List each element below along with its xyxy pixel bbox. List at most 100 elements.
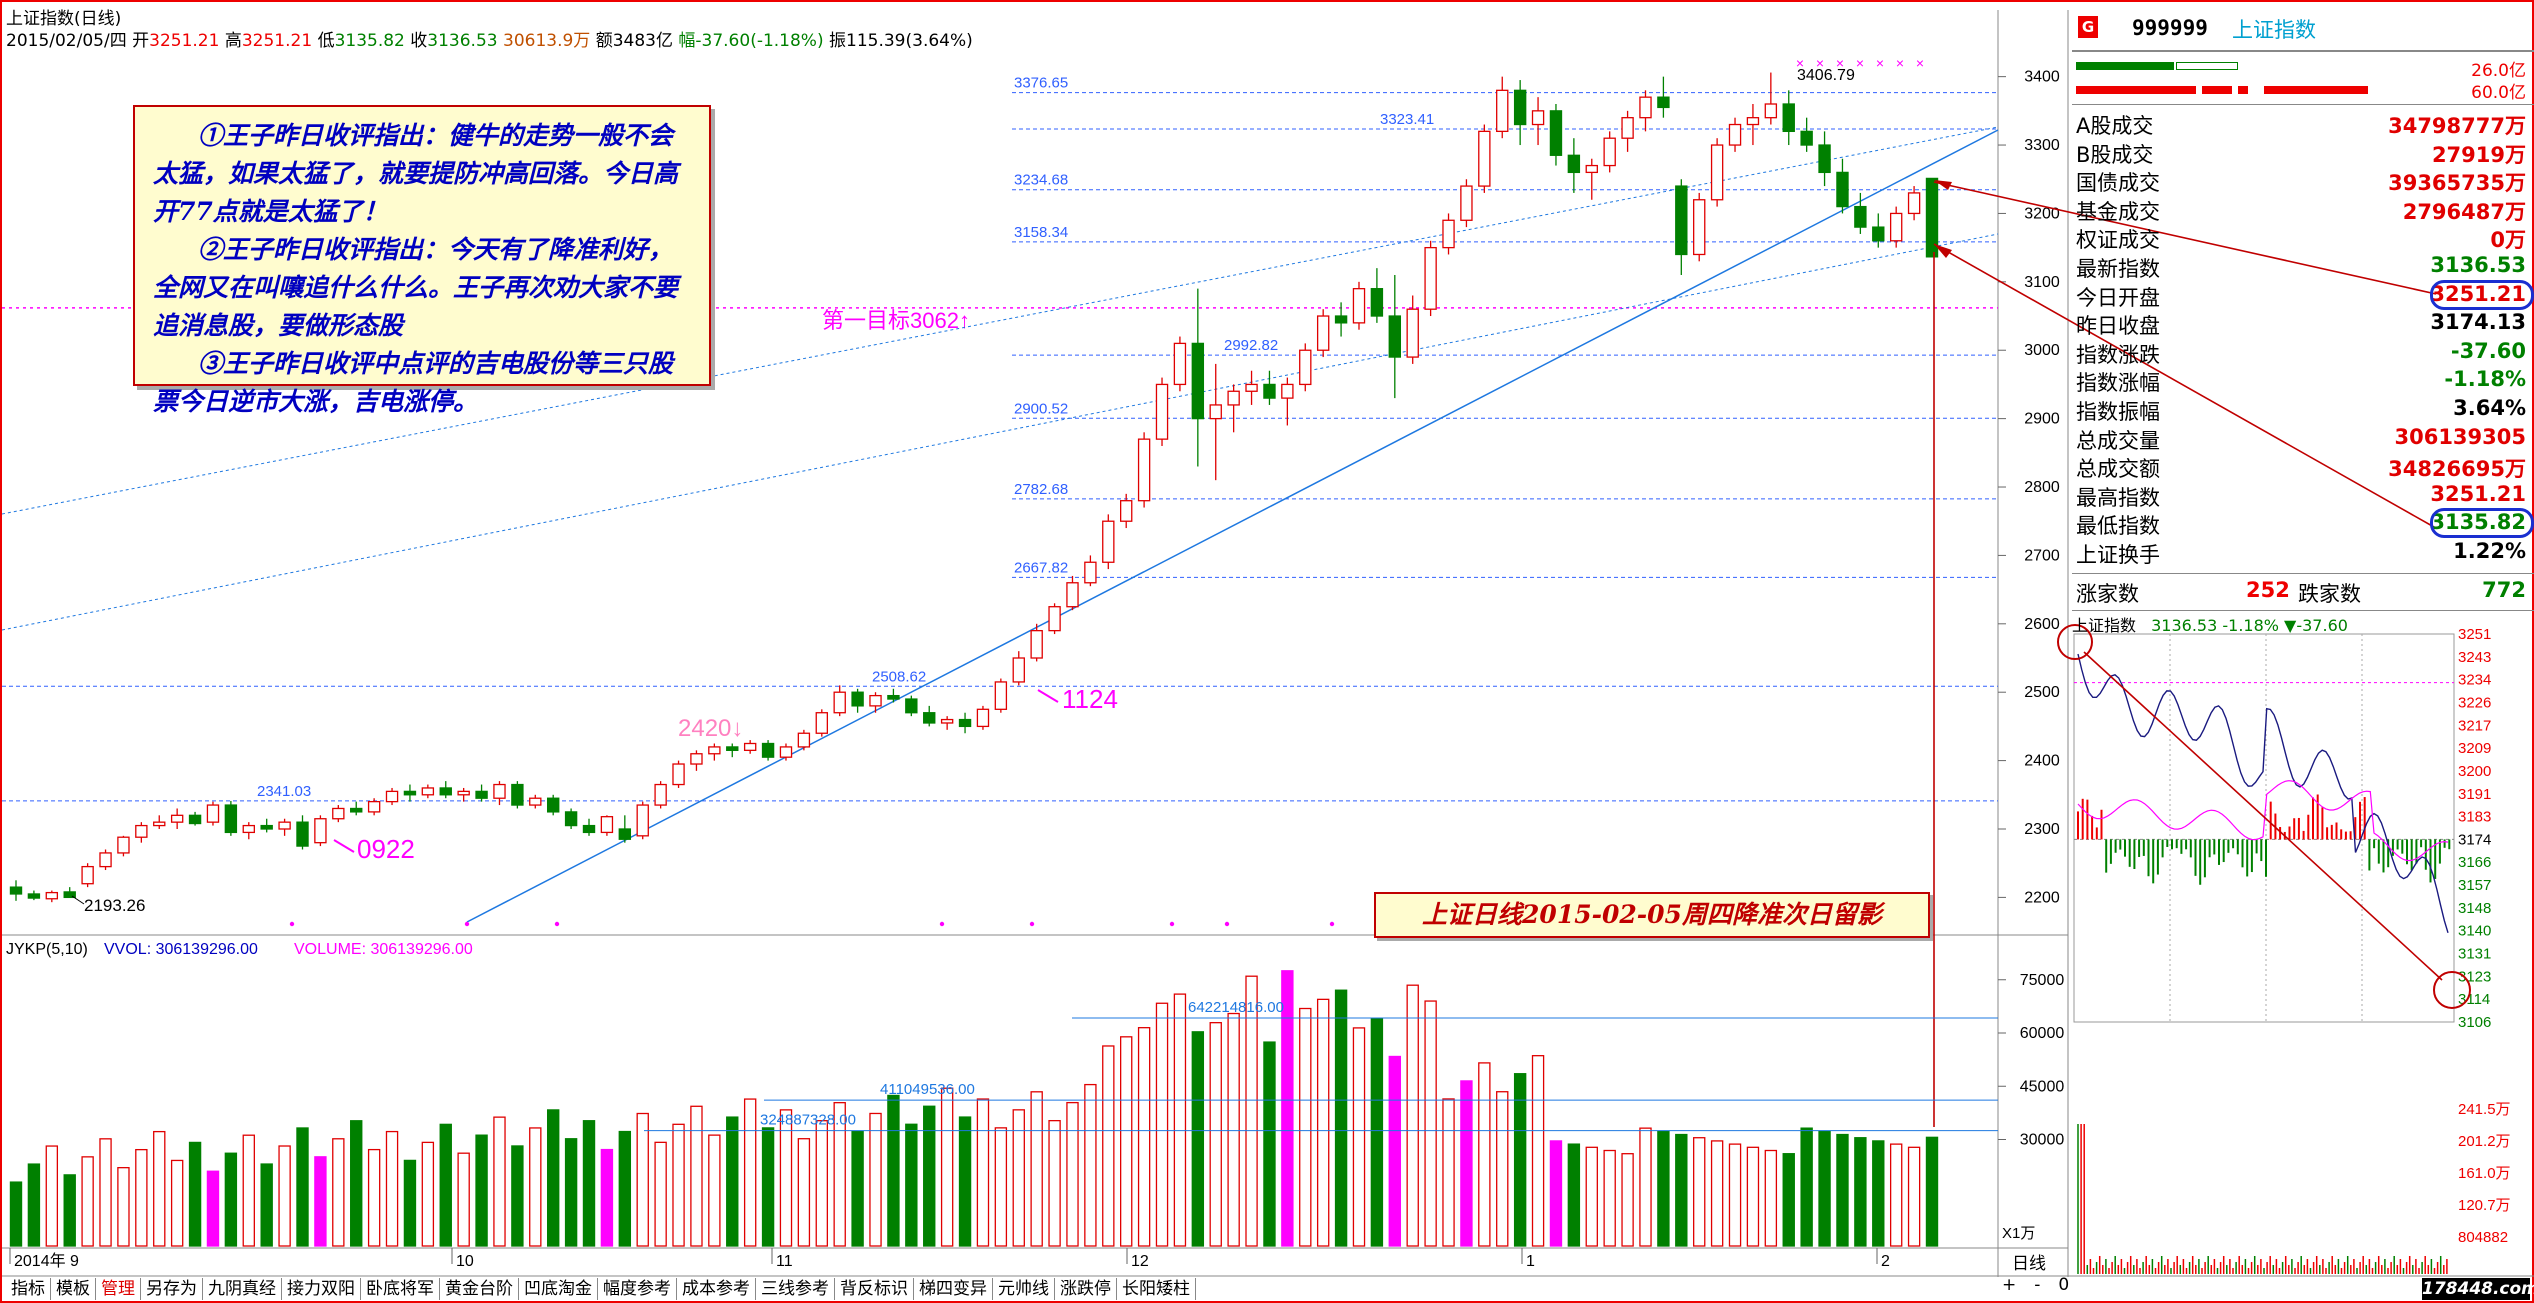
sell-bar-3	[2238, 86, 2248, 94]
indicator-tab[interactable]: 黄金台阶	[440, 1278, 519, 1300]
indicator-tab[interactable]: 三线参考	[756, 1278, 835, 1300]
y-tick-label: 2800	[2024, 479, 2060, 496]
candle-body	[1066, 582, 1079, 608]
volume-bar	[1782, 1153, 1795, 1247]
indicator-tab[interactable]: 成本参考	[677, 1278, 756, 1300]
quote-row-value: 34798777万	[2388, 114, 2526, 138]
up-count-label: 涨家数	[2076, 582, 2139, 606]
indicator-tab[interactable]: 背反标识	[835, 1278, 914, 1300]
zoom-controls[interactable]: +-0	[2002, 1275, 2087, 1295]
volume-bar	[994, 1127, 1008, 1247]
indicator-tab[interactable]: 梯四变异	[914, 1278, 993, 1300]
volume-bar	[314, 1156, 327, 1247]
y-tick-label: 3300	[2024, 137, 2060, 154]
breadth-row: 涨家数 252 跌家数 772	[2076, 578, 2532, 606]
candle-body	[1657, 96, 1670, 109]
quote-row: 总成交量 306139305	[2076, 425, 2532, 453]
indicator-tab[interactable]: 九阴真经	[203, 1278, 282, 1300]
x-tick-label: 10	[456, 1253, 474, 1270]
candle-body	[1281, 383, 1294, 399]
volume-bar	[905, 1123, 918, 1247]
volume-bar	[1764, 1149, 1778, 1247]
volume-bar	[887, 1094, 900, 1247]
quote-row-label: 昨日收盘	[2076, 314, 2160, 339]
volume-bar	[1567, 1143, 1581, 1247]
y-tick-label: 2300	[2024, 821, 2060, 838]
volume-y-tick: 30000	[2020, 1132, 2065, 1149]
candle-body	[206, 804, 220, 823]
quote-row-label: 指数涨幅	[2076, 371, 2160, 396]
candle-body	[188, 814, 202, 825]
x-tick-label: 12	[1131, 1253, 1149, 1270]
indicator-tab[interactable]: 另存为	[141, 1278, 203, 1300]
indicator-tab[interactable]: 接力双阳	[282, 1278, 361, 1300]
candle-body	[1030, 629, 1043, 659]
candle-body	[994, 681, 1008, 710]
quote-row-value: 27919万	[2431, 142, 2526, 167]
candle-body	[81, 865, 94, 885]
candle-body	[511, 783, 524, 806]
candle-body	[1334, 315, 1348, 324]
candle-body	[618, 828, 632, 840]
volume-bar	[654, 1141, 667, 1247]
candle-body	[332, 807, 345, 820]
volume-bar	[27, 1163, 41, 1247]
quote-row: 最新指数 3136.53	[2076, 253, 2532, 281]
indicator-tab[interactable]: 模板	[51, 1278, 96, 1300]
indicator-tab[interactable]: 指标	[6, 1278, 51, 1300]
quote-row-label: 上证换手	[2076, 543, 2160, 567]
candle-body	[1460, 185, 1473, 221]
volume-bar	[493, 1116, 506, 1247]
volume-bar	[690, 1105, 703, 1247]
candle-body	[1424, 246, 1437, 310]
indicator-tab[interactable]: 卧底将军	[361, 1278, 440, 1300]
volume-bar	[63, 1174, 76, 1247]
indicator-tab[interactable]: 涨跌停	[1055, 1278, 1117, 1300]
candle-body	[421, 787, 435, 796]
quote-row-value: -37.60	[2450, 338, 2526, 363]
candle-body	[1173, 342, 1187, 386]
annotation-point-3: ③王子昨日收评中点评的吉电股份等三只股票今日逆市大涨，吉电涨停。	[153, 349, 674, 416]
intraday-header: 上证指数 3136.53 -1.18% ▼-37.60	[2072, 612, 2348, 636]
candle-body	[260, 824, 273, 830]
signal-dot	[939, 921, 945, 927]
volume-bar	[242, 1134, 255, 1247]
signal-cross: ×	[1896, 55, 1904, 71]
mark-2420: 2420↓	[678, 715, 743, 742]
candle-body	[797, 732, 811, 748]
period-label[interactable]: 日线	[2012, 1249, 2046, 1274]
candle-body	[923, 712, 936, 724]
indicator-tab[interactable]: 幅度参考	[598, 1278, 677, 1300]
mark-arrow	[1037, 689, 1059, 703]
quote-row-label: 最新指数	[2076, 257, 2160, 281]
indicator-tab[interactable]: 长阳矮柱	[1117, 1278, 1196, 1300]
candle-body	[976, 708, 990, 728]
candle-body	[1084, 561, 1097, 584]
buy-bar	[2076, 62, 2174, 70]
volume-bar	[1245, 975, 1258, 1247]
fib-level-label: 2782.68	[1014, 481, 1068, 498]
volume-bar	[403, 1159, 417, 1247]
candle-body	[940, 718, 954, 724]
volume-bar	[135, 1148, 148, 1247]
g-badge-icon[interactable]: G	[2078, 16, 2098, 38]
y-tick-label: 3200	[2024, 205, 2060, 222]
indicator-tab[interactable]: 凹底淘金	[519, 1278, 598, 1300]
high-label: 3406.79	[1797, 67, 1855, 84]
indicator-tab[interactable]: 管理	[96, 1278, 141, 1300]
chart-caption: 上证日线2015-02-05周四降准次日留影	[1374, 892, 1930, 938]
candle-body	[1120, 500, 1133, 522]
quote-panel: G 999999 上证指数 26.0亿 60.0亿 A股成交 34798777万 B…	[2072, 10, 2534, 1300]
mark-0922: 0922	[357, 834, 415, 864]
candle-body	[1442, 219, 1455, 249]
candle-body	[1137, 438, 1151, 502]
volume-bar	[332, 1138, 345, 1247]
signal-cross: ×	[1876, 55, 1884, 71]
candle-body	[1370, 288, 1384, 317]
indicator-tab[interactable]: 元帅线	[993, 1278, 1055, 1300]
quote-row: 国债成交 39365735万	[2076, 167, 2532, 195]
signal-dot	[464, 921, 470, 927]
candle-body	[117, 836, 130, 854]
volume-bar	[1048, 1119, 1061, 1247]
quote-row-label: 指数涨跌	[2076, 342, 2160, 367]
